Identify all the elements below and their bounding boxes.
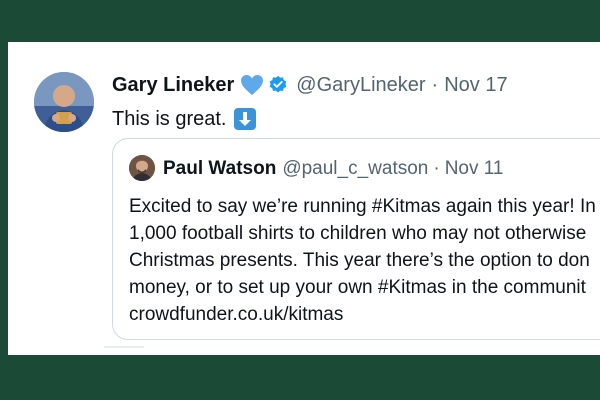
quoted-author-handle[interactable]: @paul_c_watson bbox=[282, 158, 428, 179]
tweet-date[interactable]: Nov 17 bbox=[444, 73, 507, 97]
tweet-body: This is great. bbox=[112, 106, 257, 132]
author-avatar[interactable] bbox=[34, 72, 94, 132]
quoted-tweet-card[interactable]: Paul Watson @paul_c_watson · Nov 11 Excited… bbox=[112, 138, 600, 340]
quoted-tweet-header: Paul Watson @paul_c_watson · Nov 11 bbox=[163, 157, 503, 181]
next-row-hint bbox=[104, 346, 144, 348]
background-border-bottom bbox=[0, 355, 600, 400]
quoted-text-line: money, or to set up your own #Kitmas in … bbox=[129, 277, 586, 298]
quoted-text-line: Excited to say we’re running #Kitmas aga… bbox=[129, 196, 596, 217]
tweet-screenshot-frame: Gary Lineker @GaryLineker · Nov 17 This … bbox=[8, 42, 600, 355]
tweet-text: This is great. bbox=[112, 108, 227, 130]
quoted-text-line: Christmas presents. This year there’s th… bbox=[129, 250, 590, 271]
blue-heart-icon bbox=[241, 75, 264, 95]
header-separator: · bbox=[431, 74, 439, 96]
quoted-author-name[interactable]: Paul Watson bbox=[163, 158, 276, 179]
quoted-author-avatar[interactable] bbox=[129, 155, 155, 181]
author-name[interactable]: Gary Lineker bbox=[112, 73, 234, 97]
quoted-tweet-date[interactable]: Nov 11 bbox=[445, 158, 504, 179]
tweet-header: Gary Lineker @GaryLineker · Nov 17 bbox=[112, 73, 508, 97]
author-avatar-image bbox=[34, 72, 94, 132]
quoted-header-separator: · bbox=[433, 158, 440, 179]
author-handle[interactable]: @GaryLineker bbox=[296, 73, 425, 97]
verified-badge-icon bbox=[269, 75, 287, 93]
down-arrow-glyph bbox=[239, 112, 252, 126]
quoted-author-avatar-image bbox=[129, 155, 155, 181]
quoted-text-line: 1,000 football shirts to children who ma… bbox=[129, 223, 587, 244]
quoted-tweet-body: Excited to say we’re running #Kitmas aga… bbox=[129, 193, 600, 328]
down-arrow-emoji-icon bbox=[234, 108, 257, 130]
quoted-link[interactable]: crowdfunder.co.uk/kitmas bbox=[129, 301, 600, 328]
